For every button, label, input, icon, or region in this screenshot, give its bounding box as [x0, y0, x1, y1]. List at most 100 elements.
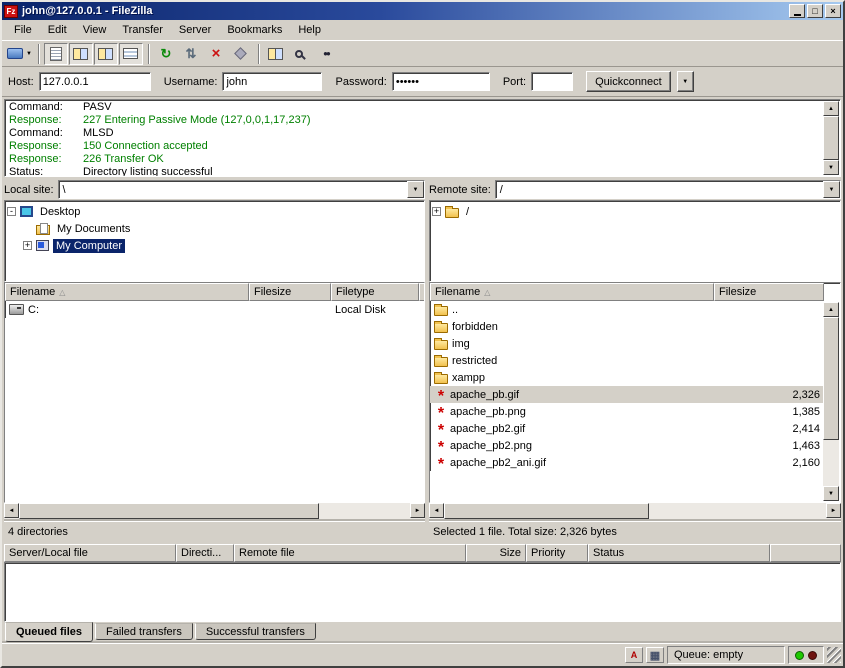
column-header-size[interactable]: Size: [466, 544, 526, 562]
process-queue-button[interactable]: ⇅: [179, 43, 203, 65]
compare-button[interactable]: [264, 43, 288, 65]
menu-file[interactable]: File: [6, 21, 40, 39]
quickconnect-button[interactable]: Quickconnect: [586, 71, 671, 92]
remote-hscrollbar[interactable]: ◄ ►: [429, 503, 841, 519]
menu-help[interactable]: Help: [290, 21, 329, 39]
scroll-down-icon[interactable]: ▼: [823, 486, 839, 501]
tab-queued-files[interactable]: Queued files: [5, 622, 93, 642]
image-file-icon: *: [434, 404, 448, 419]
titlebar[interactable]: Fz john@127.0.0.1 - FileZilla □ ×: [2, 2, 843, 20]
expand-icon[interactable]: +: [23, 241, 32, 250]
column-header-filesize[interactable]: Filesize: [249, 283, 331, 301]
column-header-direction[interactable]: Directi...: [176, 544, 234, 562]
window-title: john@127.0.0.1 - FileZilla: [22, 5, 787, 17]
maximize-button[interactable]: □: [807, 4, 823, 18]
chevron-down-icon[interactable]: ▼: [407, 181, 424, 198]
toggle-queue-button[interactable]: [119, 43, 143, 65]
scroll-up-icon[interactable]: ▲: [823, 302, 839, 317]
menu-edit[interactable]: Edit: [40, 21, 75, 39]
file-size: [714, 369, 824, 386]
column-header-status[interactable]: Status: [588, 544, 770, 562]
remote-file-row[interactable]: forbidden: [430, 318, 824, 335]
minimize-button[interactable]: [789, 4, 805, 18]
column-header-priority[interactable]: Priority: [526, 544, 588, 562]
tree-item-my-documents[interactable]: My Documents: [23, 220, 422, 237]
scroll-right-icon[interactable]: ►: [410, 503, 425, 518]
chevron-down-icon[interactable]: ▼: [823, 181, 840, 198]
connection-led-panel: [788, 646, 824, 664]
resize-grip[interactable]: [827, 647, 841, 663]
toggle-local-tree-button[interactable]: [69, 43, 93, 65]
remote-file-row[interactable]: img: [430, 335, 824, 352]
column-header-filesize[interactable]: Filesize: [714, 283, 824, 301]
tab-successful-transfers[interactable]: Successful transfers: [195, 623, 316, 640]
refresh-button[interactable]: ↻: [154, 43, 178, 65]
desktop-icon: [20, 206, 33, 217]
scrollbar-thumb[interactable]: [823, 317, 839, 440]
scroll-left-icon[interactable]: ◄: [4, 503, 19, 518]
remote-vscrollbar[interactable]: ▲ ▼: [823, 302, 839, 501]
username-input[interactable]: [222, 72, 322, 91]
host-input[interactable]: [39, 72, 151, 91]
column-header-last-modified[interactable]: L: [419, 283, 425, 301]
tree-item-desktop[interactable]: - Desktop: [7, 203, 422, 220]
log-scrollbar[interactable]: ▲ ▼: [823, 101, 839, 175]
local-site-combo[interactable]: \ ▼: [58, 180, 425, 199]
cancel-button[interactable]: ×: [204, 43, 228, 65]
process-queue-icon: ⇅: [186, 47, 197, 60]
menu-view[interactable]: View: [75, 21, 115, 39]
tab-failed-transfers[interactable]: Failed transfers: [95, 623, 193, 640]
remote-file-row[interactable]: ..: [430, 301, 824, 318]
remote-file-row[interactable]: restricted: [430, 352, 824, 369]
remote-file-row[interactable]: xampp: [430, 369, 824, 386]
file-size: 1,463: [714, 437, 824, 454]
toggle-log-button[interactable]: [44, 43, 68, 65]
local-file-row[interactable]: C: Local Disk: [5, 301, 424, 318]
file-name: restricted: [452, 355, 497, 367]
toggle-remote-tree-button[interactable]: [94, 43, 118, 65]
username-label: Username:: [164, 76, 218, 88]
scroll-down-icon[interactable]: ▼: [823, 160, 839, 175]
remote-file-row-selected[interactable]: *apache_pb.gif 2,326: [430, 386, 824, 403]
log-line: Response:227 Entering Passive Mode (127,…: [9, 114, 820, 127]
tree-item-my-computer[interactable]: + My Computer: [23, 237, 422, 254]
column-header-filename[interactable]: Filename△: [5, 283, 249, 301]
scrollbar-thumb[interactable]: [823, 116, 839, 160]
scrollbar-thumb[interactable]: [19, 503, 319, 519]
column-header-server-local-file[interactable]: Server/Local file: [4, 544, 176, 562]
remote-file-row[interactable]: *apache_pb2.png 1,463: [430, 437, 824, 454]
menu-transfer[interactable]: Transfer: [114, 21, 171, 39]
remote-file-row[interactable]: *apache_pb.png 1,385: [430, 403, 824, 420]
menu-bookmarks[interactable]: Bookmarks: [219, 21, 290, 39]
expand-icon[interactable]: +: [432, 207, 441, 216]
tree-item-root[interactable]: + /: [432, 203, 838, 220]
scroll-left-icon[interactable]: ◄: [429, 503, 444, 518]
folder-icon: [434, 357, 448, 367]
local-hscrollbar[interactable]: ◄ ►: [4, 503, 425, 519]
disconnect-button[interactable]: [229, 43, 253, 65]
close-button[interactable]: ×: [825, 4, 841, 18]
file-name: C:: [28, 304, 39, 316]
chevron-down-icon[interactable]: ▼: [26, 51, 32, 57]
site-manager-button[interactable]: ▼: [6, 43, 33, 65]
scroll-right-icon[interactable]: ►: [826, 503, 841, 518]
log-line: Command:MLSD: [9, 127, 820, 140]
scroll-up-icon[interactable]: ▲: [823, 101, 839, 116]
remote-file-row[interactable]: *apache_pb2_ani.gif 2,160: [430, 454, 824, 471]
quickconnect-dropdown-button[interactable]: ▼: [677, 71, 694, 92]
toolbar-separator: [148, 44, 150, 64]
collapse-icon[interactable]: -: [7, 207, 16, 216]
menu-server[interactable]: Server: [171, 21, 219, 39]
scrollbar-thumb[interactable]: [444, 503, 649, 519]
find-button[interactable]: [289, 43, 313, 65]
cancel-icon: ×: [212, 47, 221, 60]
password-input[interactable]: [392, 72, 490, 91]
port-input[interactable]: [531, 72, 573, 91]
column-header-filename[interactable]: Filename△: [430, 283, 714, 301]
remote-file-row[interactable]: *apache_pb2.gif 2,414: [430, 420, 824, 437]
search-button[interactable]: ●●: [314, 43, 338, 65]
column-header-filetype[interactable]: Filetype: [331, 283, 419, 301]
transfer-queue-body[interactable]: [4, 562, 841, 622]
column-header-remote-file[interactable]: Remote file: [234, 544, 466, 562]
remote-site-combo[interactable]: / ▼: [495, 180, 841, 199]
